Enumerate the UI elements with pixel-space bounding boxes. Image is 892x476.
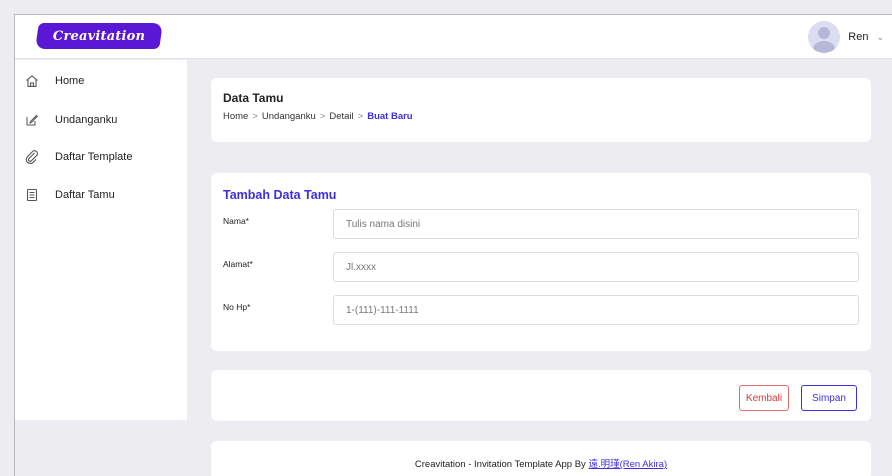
page-header-card: Data Tamu Home > Undanganku > Detail > B…	[211, 78, 871, 142]
sidebar-item-home[interactable]: Home	[15, 70, 187, 92]
breadcrumb-separator: >	[319, 111, 326, 122]
sidebar-item-label: Undanganku	[55, 114, 118, 126]
top-bar: Creavitation Ren ⌄	[15, 15, 892, 59]
sidebar-item-label: Home	[55, 75, 85, 87]
address-label: Alamat*	[223, 259, 253, 269]
breadcrumb-separator: >	[357, 111, 364, 122]
sidebar-item-undanganku[interactable]: Undanganku	[15, 109, 187, 131]
page-title: Data Tamu	[223, 91, 284, 105]
guest-form-card: Tambah Data Tamu Nama* Alamat* No Hp*	[211, 173, 871, 351]
app-window: Creavitation Ren ⌄ Home Undanganku Dafta…	[14, 14, 892, 476]
address-input[interactable]	[333, 252, 859, 282]
breadcrumb-home[interactable]: Home	[223, 111, 248, 122]
user-name[interactable]: Ren	[848, 31, 868, 43]
breadcrumb-current: Buat Baru	[367, 111, 413, 122]
brand-logo[interactable]: Creavitation	[35, 23, 163, 49]
name-input[interactable]	[333, 209, 859, 239]
phone-label: No Hp*	[223, 302, 251, 312]
breadcrumb-detail[interactable]: Detail	[329, 111, 353, 122]
document-icon	[25, 188, 39, 202]
breadcrumb-undanganku[interactable]: Undanganku	[262, 111, 316, 122]
footer-credit: Creavitation - Invitation Template App B…	[414, 459, 589, 470]
edit-icon	[25, 113, 39, 127]
brand-logo-text: Creavitation	[52, 28, 146, 44]
form-actions-card: Kembali Simpan	[211, 370, 871, 421]
sidebar: Home Undanganku Daftar Template Daftar T…	[15, 60, 187, 420]
breadcrumb: Home > Undanganku > Detail > Buat Baru	[223, 111, 413, 122]
breadcrumb-separator: >	[252, 111, 258, 122]
user-menu[interactable]: Ren ⌄	[808, 21, 884, 53]
form-title: Tambah Data Tamu	[223, 188, 337, 202]
sidebar-item-daftar-template[interactable]: Daftar Template	[15, 146, 187, 168]
name-label: Nama*	[223, 216, 249, 226]
author-link[interactable]: 遠.明瑾(Ren Akira)	[588, 459, 667, 470]
phone-input[interactable]	[333, 295, 859, 325]
sidebar-item-label: Daftar Template	[55, 151, 133, 163]
footer-text: Creavitation - Invitation Template App B…	[211, 456, 871, 470]
footer-card: Creavitation - Invitation Template App B…	[211, 441, 871, 476]
back-button[interactable]: Kembali	[739, 385, 789, 411]
save-button[interactable]: Simpan	[801, 385, 857, 411]
sidebar-item-label: Daftar Tamu	[55, 189, 115, 201]
avatar[interactable]	[808, 21, 841, 53]
paperclip-icon	[25, 150, 39, 164]
sidebar-item-daftar-tamu[interactable]: Daftar Tamu	[15, 184, 187, 206]
chevron-down-icon[interactable]: ⌄	[876, 32, 884, 43]
home-icon	[25, 74, 39, 88]
